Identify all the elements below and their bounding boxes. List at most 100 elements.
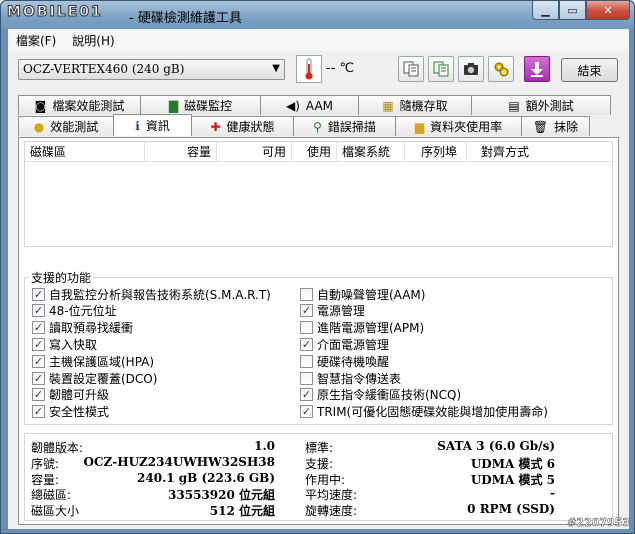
detail-row-left-1: 序號: OCZ-HUZ234UWHW32SH38 [31,455,275,471]
screenshot-button[interactable] [458,56,484,82]
disk-select[interactable]: OCZ-VERTEX460 (240 gB) ▼ [18,59,285,80]
close-button[interactable]: ✕ [586,1,630,20]
app-window: MOBILE01 - 硬碟檢測維護工具 ▁ ▭ ✕ 檔案(F) 說明(H) OC… [0,0,635,534]
tab-aam[interactable]: ◀) AAM [260,95,359,115]
feature-right-3[interactable]: ✓ 介面電源管理 [300,336,389,352]
feature-left-2[interactable]: ✓ 讀取預尋找緩衝 [32,320,133,336]
feature-right-4[interactable]: 硬碟待機喚醒 [300,353,389,369]
health-cross-icon: ✚ [210,119,221,134]
feature-checkbox[interactable]: ✓ [32,354,45,368]
tab-label: 檔案效能測試 [52,99,125,113]
exit-button[interactable]: 結束 [561,58,618,82]
feature-checkbox[interactable] [300,371,313,385]
title-bar[interactable]: MOBILE01 - 硬碟檢測維護工具 ▁ ▭ ✕ [1,1,634,29]
disk-select-value: OCZ-VERTEX460 (240 gB) [23,62,185,76]
detail-label: 韌體版本: [31,441,84,455]
feature-left-3[interactable]: ✓ 寫入快取 [32,336,97,352]
feature-checkbox[interactable] [300,354,313,368]
tab-file-benchmark[interactable]: ◙ 檔案效能測試 [18,95,141,115]
feature-label: 韌體可升級 [49,388,110,403]
drive-details: 韌體版本: 1.0 序號: OCZ-HUZ234UWHW32SH38 容量: 240.1 … [24,433,613,521]
feature-label: 裝置設定覆蓋(DCO) [49,371,158,386]
feature-checkbox[interactable]: ✓ [32,304,45,318]
trash-icon: 🗑 [532,119,549,134]
feature-left-4[interactable]: ✓ 主機保護區域(HPA) [32,353,154,369]
minimize-button[interactable]: ▁ [532,1,559,20]
feature-checkbox[interactable]: ✓ [32,371,45,385]
menu-help[interactable]: 說明(H) [72,32,114,49]
feature-left-6[interactable]: ✓ 韌體可升級 [32,387,109,403]
tab-label: 額外測試 [525,99,574,113]
feature-checkbox[interactable]: ✓ [32,405,45,419]
tab-info[interactable]: ℹ 資訊 [113,114,192,136]
feature-label: 進階電源管理(APM) [317,321,425,336]
column-free[interactable]: 可用 [217,142,292,161]
feature-checkbox[interactable]: ✓ [32,287,45,301]
info-icon: ℹ [135,118,140,133]
tab-benchmark[interactable]: ● 效能測試 [18,116,114,136]
download-arrow-icon [531,62,543,77]
feature-checkbox[interactable]: ✓ [300,304,313,318]
detail-label: 容量: [31,472,60,487]
feature-checkbox[interactable]: ✓ [32,321,45,335]
feature-right-7[interactable]: ✓ TRIM(可優化固態硬碟效能與增加使用壽命) [300,404,548,420]
tab-label: 隨機存取 [399,99,448,113]
feature-label: 原生指令緩衝區技術(NCQ) [317,388,462,403]
feature-left-0[interactable]: ✓ 自我監控分析與報告技術系統(S.M.A.R.T) [32,286,271,302]
detail-label: 總磁區: [31,488,72,503]
client-area: 檔案(F) 說明(H) OCZ-VERTEX460 (240 gB) ▼ -- … [8,29,629,529]
tab-random-access[interactable]: ▦ 隨機存取 [358,95,472,115]
feature-checkbox[interactable]: ✓ [32,337,45,351]
detail-label: 作用中: [305,472,346,487]
partition-list[interactable]: 磁碟區 容量 可用 使用 檔案系統 序列埠 對齊方式 [24,141,613,247]
feature-checkbox[interactable]: ✓ [32,388,45,402]
column-volume[interactable]: 磁碟區 [25,142,145,161]
feature-right-2[interactable]: 進階電源管理(APM) [300,320,424,336]
detail-value: 33553920 位元組 [168,488,275,503]
feature-left-1[interactable]: ✓ 48-位元位址 [32,303,117,319]
menu-file[interactable]: 檔案(F) [16,32,56,49]
detail-value: 0 RPM (SSD) [467,502,555,517]
detail-label: 序號: [31,456,60,471]
feature-checkbox[interactable]: ✓ [300,337,313,351]
column-serial-port[interactable]: 序列埠 [405,142,467,161]
detail-row-left-4: 磁區大小 512 位元組 [31,502,275,518]
column-filesystem[interactable]: 檔案系統 [337,142,405,161]
feature-left-7[interactable]: ✓ 安全性模式 [32,404,109,420]
detail-row-right-3: 平均速度: - [305,486,555,502]
file-benchmark-icon: ◙ [34,98,47,113]
feature-checkbox[interactable]: ✓ [300,388,313,402]
tab-erase[interactable]: 🗑 抹除 [521,116,590,136]
tab-health[interactable]: ✚ 健康狀態 [191,116,294,136]
tab-error-scan[interactable]: ⚲ 錯誤掃描 [293,116,396,136]
tab-folder-usage[interactable]: ▆ 資料夾使用率 [395,116,522,136]
feature-checkbox[interactable] [300,321,313,335]
copy-all-button[interactable] [428,56,454,82]
column-alignment[interactable]: 對齊方式 [467,142,542,161]
toolbar: OCZ-VERTEX460 (240 gB) ▼ -- ℃ 結束 [8,51,629,87]
column-used[interactable]: 使用 [292,142,337,161]
detail-row-left-0: 韌體版本: 1.0 [31,439,275,455]
download-button[interactable] [524,56,550,82]
detail-value: 1.0 [254,439,275,453]
feature-checkbox[interactable]: ✓ [300,405,313,419]
detail-row-right-4: 旋轉速度: 0 RPM (SSD) [305,502,555,518]
feature-right-0[interactable]: 自動噪聲管理(AAM) [300,286,425,302]
temperature-button[interactable] [296,55,322,83]
feature-right-1[interactable]: ✓ 電源管理 [300,303,365,319]
maximize-button[interactable]: ▭ [559,1,586,20]
feature-checkbox[interactable] [300,287,313,301]
tab-extra-tests[interactable]: ▤ 額外測試 [471,95,611,115]
menu-bar: 檔案(F) 說明(H) [8,29,629,51]
detail-value: 240.1 gB (223.6 GB) [137,470,275,485]
thermometer-icon [305,58,313,80]
tab-disk-monitor[interactable]: ▇ 磁碟監控 [140,95,261,115]
feature-left-5[interactable]: ✓ 裝置設定覆蓋(DCO) [32,370,157,386]
column-capacity[interactable]: 容量 [145,142,217,161]
feature-right-5[interactable]: 智慧指令傳送表 [300,370,401,386]
copy-all-icon [433,61,449,77]
copy-button[interactable] [398,56,424,82]
detail-label: 支援: [305,456,334,471]
options-button[interactable] [488,56,514,82]
feature-right-6[interactable]: ✓ 原生指令緩衝區技術(NCQ) [300,387,461,403]
